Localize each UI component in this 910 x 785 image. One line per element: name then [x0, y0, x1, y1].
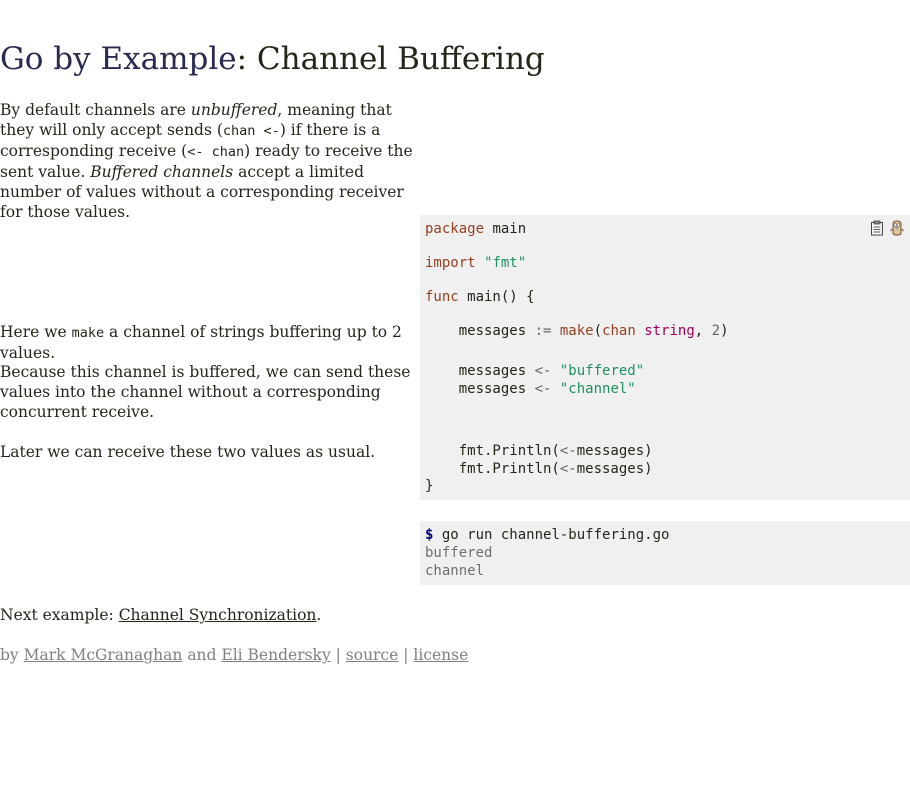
code-keyword: import	[425, 255, 476, 271]
site-title: Go by Example	[0, 41, 237, 77]
code-text: main() {	[458, 289, 535, 305]
credits-by: by	[0, 646, 24, 664]
credits-separator: |	[330, 646, 346, 664]
note-text: Here we	[0, 323, 72, 341]
credits-and: and	[182, 646, 222, 664]
gopher-run-icon[interactable]	[890, 220, 904, 236]
code-text: )	[720, 323, 729, 339]
intro-paragraph: By default channels are unbuffered, mean…	[0, 100, 415, 222]
note-make: Here we make a channel of strings buffer…	[0, 322, 415, 363]
code-text: fmt.Println(	[425, 461, 560, 477]
next-example: Next example: Channel Synchronization.	[0, 605, 321, 625]
code-line-send-2: messages <- "channel"	[425, 380, 636, 398]
credits: by Mark McGranaghan and Eli Bendersky | …	[0, 645, 468, 665]
intro-em-buffered: Buffered channels	[90, 163, 234, 181]
code-line-close: }	[425, 478, 434, 494]
intro-code-receive: <- chan	[187, 144, 245, 160]
code-line-make: messages := make(chan string, 2)	[425, 322, 729, 340]
code-text: messages)	[576, 461, 653, 477]
title-separator: :	[236, 41, 257, 77]
code-line-send-1: messages <- "buffered"	[425, 362, 644, 380]
code-string: "buffered"	[559, 363, 645, 379]
code-operator: <-	[559, 461, 577, 477]
intro-code-send: chan <-	[222, 123, 280, 139]
intro-em-unbuffered: unbuffered	[190, 101, 278, 119]
author-link-eli[interactable]: Eli Bendersky	[221, 646, 330, 664]
code-line-func: func main() {	[425, 288, 535, 306]
next-prefix: Next example:	[0, 606, 119, 624]
page-title: Go by Example: Channel Buffering	[0, 38, 545, 80]
code-operator: :=	[534, 323, 552, 339]
code-line-package: package main	[425, 220, 526, 238]
shell-block: $ go run channel-buffering.go buffered c…	[420, 521, 910, 585]
shell-command-line: $ go run channel-buffering.go	[425, 526, 669, 544]
source-link[interactable]: source	[346, 646, 399, 664]
code-builtin: make	[559, 323, 594, 339]
next-suffix: .	[316, 606, 322, 624]
code-text: fmt.Println(	[425, 443, 560, 459]
code-string: "channel"	[559, 381, 636, 397]
shell-output-line: channel	[425, 563, 485, 579]
code-keyword: chan	[602, 323, 636, 339]
code-operator: <-	[534, 381, 552, 397]
code-keyword: func	[425, 289, 459, 305]
credits-separator: |	[398, 646, 414, 664]
intro-text: By default channels are	[0, 101, 191, 119]
shell-output-line: buffered	[425, 545, 493, 561]
code-number: 2	[711, 323, 721, 339]
note-receive: Later we can receive these two values as…	[0, 443, 376, 461]
code-text: messages	[425, 323, 535, 339]
code-type: string	[644, 323, 695, 339]
topic-title: Channel Buffering	[256, 41, 545, 77]
code-text: messages)	[576, 443, 653, 459]
code-line-print-2: fmt.Println(<-messages)	[425, 460, 653, 478]
code-block: package main import "fmt" func main() { …	[420, 215, 910, 500]
note-buffered: Because this channel is buffered, we can…	[0, 363, 411, 421]
code-text: messages	[425, 363, 535, 379]
code-text: main	[484, 221, 527, 237]
author-link-mark[interactable]: Mark McGranaghan	[24, 646, 183, 664]
note-code-make: make	[71, 325, 105, 341]
code-operator: <-	[559, 443, 577, 459]
code-operator: <-	[534, 363, 552, 379]
code-text: ,	[694, 323, 712, 339]
next-example-link[interactable]: Channel Synchronization	[119, 606, 317, 624]
clipboard-icon[interactable]	[870, 220, 884, 236]
code-keyword: package	[425, 221, 485, 237]
code-string: "fmt"	[484, 255, 527, 271]
code-line-print-1: fmt.Println(<-messages)	[425, 442, 653, 460]
code-text: messages	[425, 381, 535, 397]
license-link[interactable]: license	[413, 646, 468, 664]
shell-command: go run channel-buffering.go	[433, 527, 670, 543]
code-line-import: import "fmt"	[425, 254, 526, 272]
code-text: (	[593, 323, 603, 339]
